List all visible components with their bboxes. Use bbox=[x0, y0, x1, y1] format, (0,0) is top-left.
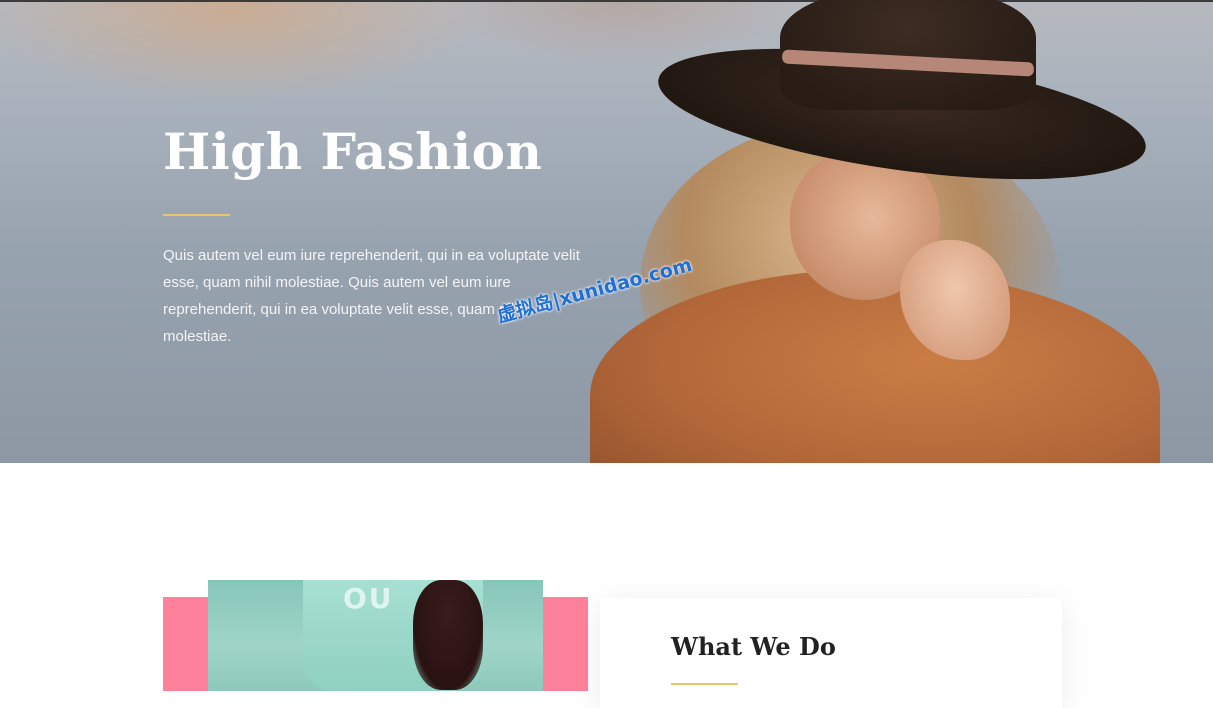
hero-divider bbox=[163, 214, 230, 216]
model-photo: OU bbox=[208, 580, 543, 691]
hero-section: High Fashion Quis autem vel eum iure rep… bbox=[0, 0, 1213, 463]
section-title: What We Do bbox=[671, 632, 836, 661]
shirt-print-text: OU bbox=[343, 582, 394, 615]
section-divider bbox=[671, 683, 738, 685]
model-hair-shape bbox=[413, 580, 483, 690]
top-border bbox=[0, 0, 1213, 2]
hero-title: High Fashion bbox=[163, 122, 543, 181]
